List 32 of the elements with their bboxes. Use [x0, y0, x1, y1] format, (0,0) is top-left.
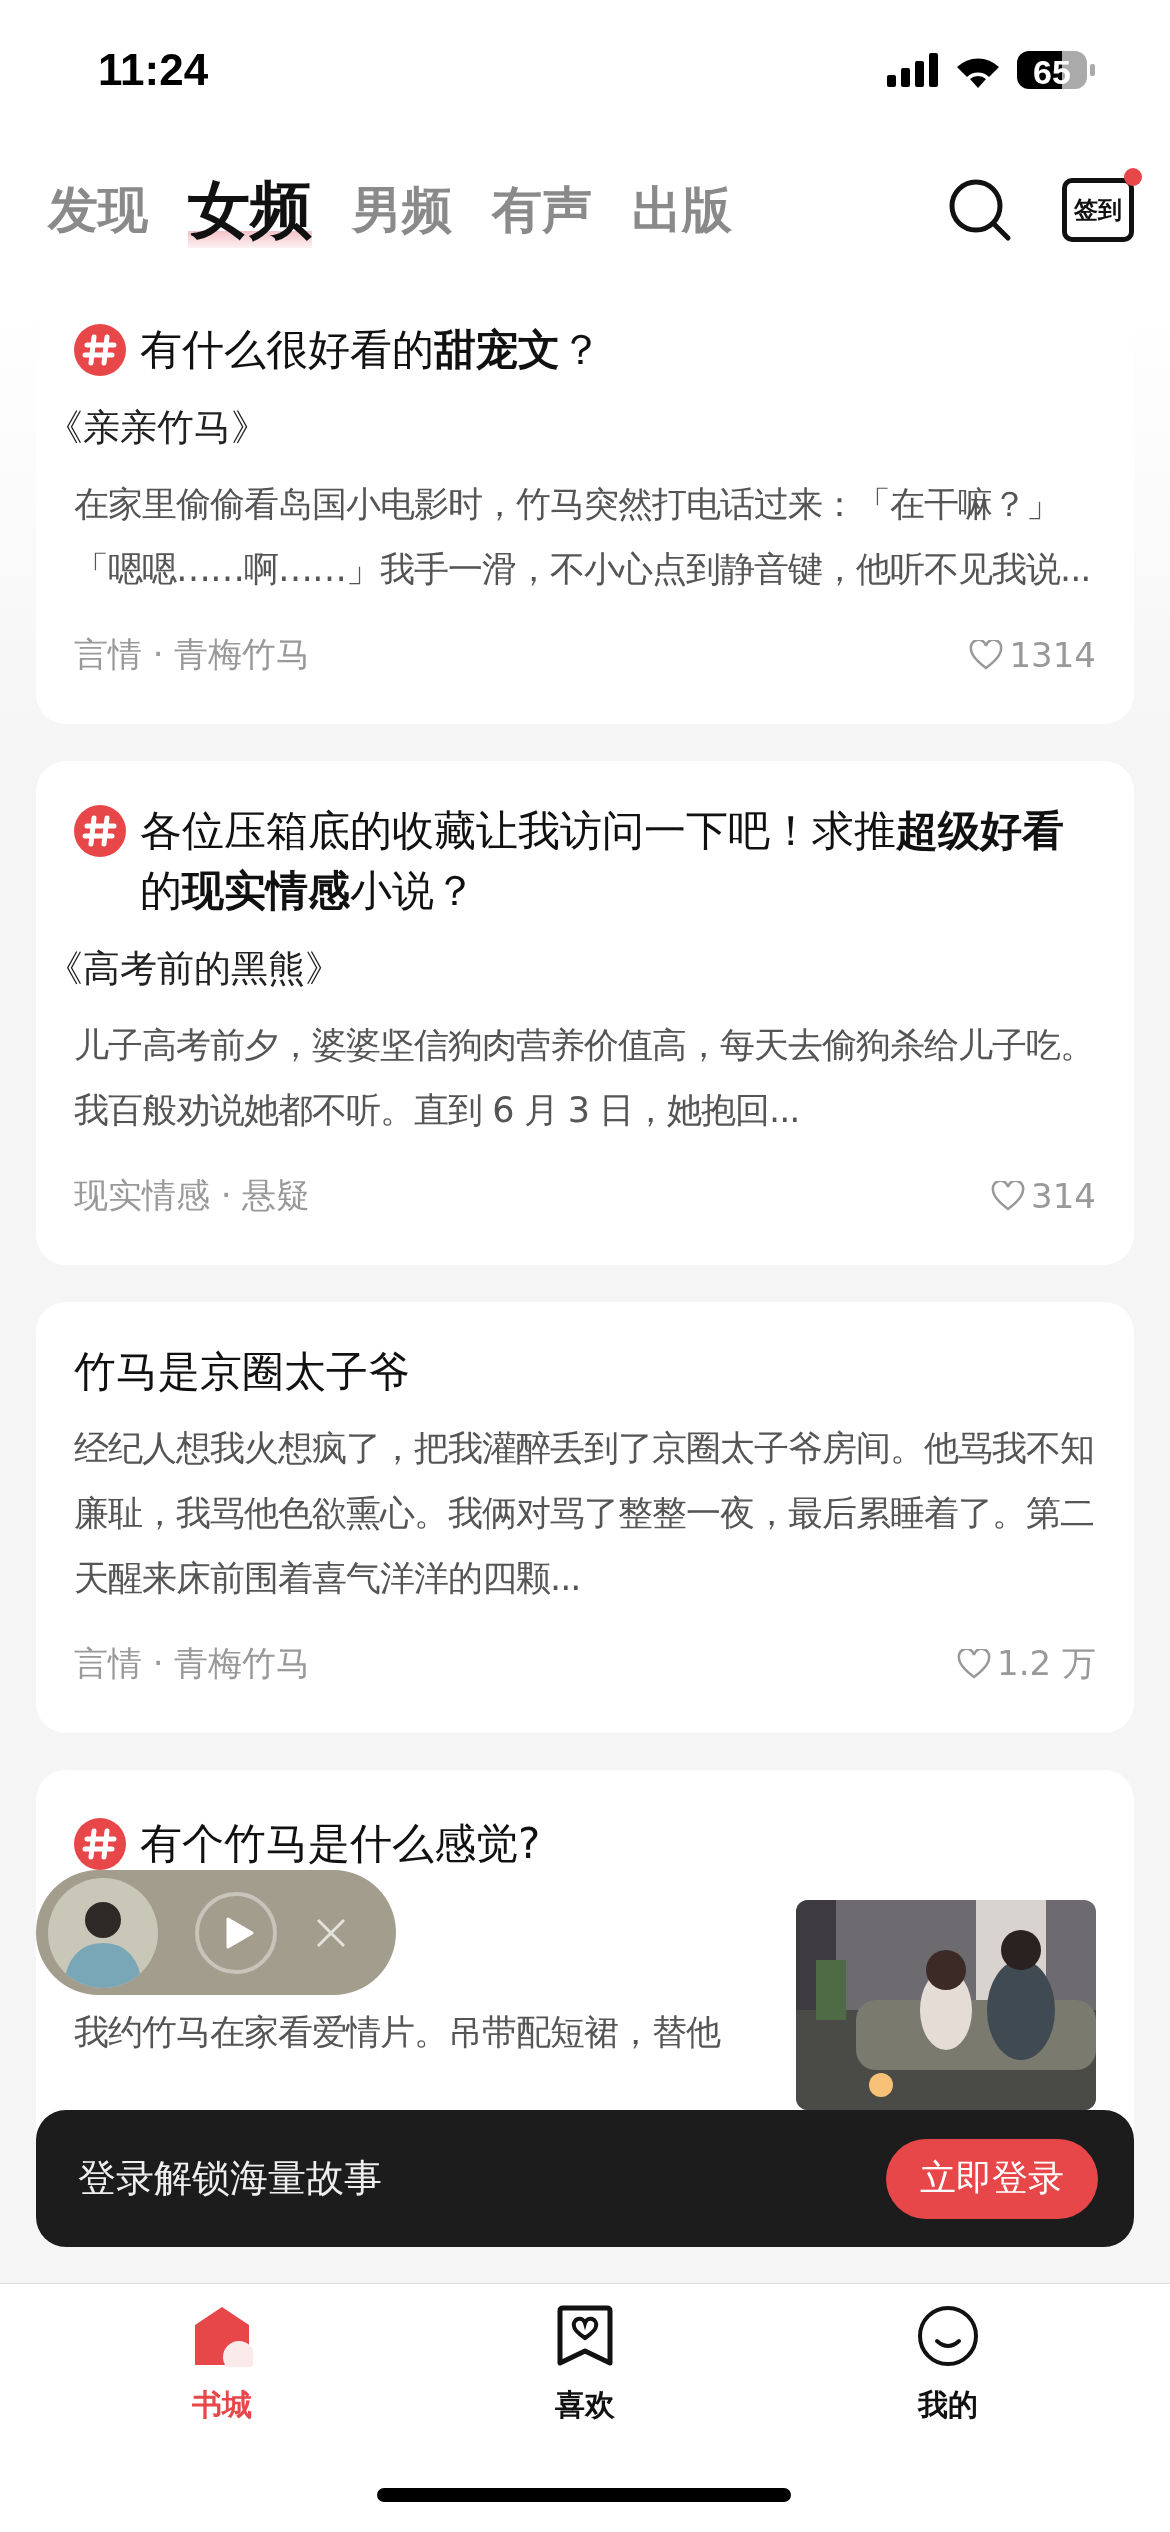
- bookmark-heart-icon: [556, 2305, 614, 2367]
- like-count: 1314: [1009, 635, 1096, 675]
- story-title[interactable]: 各位压箱底的收藏让我访问一下吧！求推超级好看的现实情感小说？: [140, 801, 1096, 921]
- story-title[interactable]: 有个竹马是什么感觉?: [140, 1814, 541, 1874]
- heart-icon[interactable]: [969, 640, 1004, 670]
- story-tags: 言情 · 青梅竹马: [74, 632, 311, 678]
- avatar[interactable]: [48, 1877, 158, 1988]
- signal-icon: [887, 53, 939, 87]
- story-excerpt: 经纪人想我火想疯了，把我灌醉丢到了京圈太子爷房间。他骂我不知廉耻，我骂他色欲熏心。我俩对骂了整整一夜，最后累睡着了。第二天醒来床前围着喜气洋洋的四颗...: [74, 1427, 1095, 1600]
- story-title[interactable]: 竹马是京圈太子爷: [74, 1342, 410, 1402]
- check-in-button[interactable]: 签到: [1062, 178, 1134, 242]
- story-tags: 言情 · 青梅竹马: [74, 1641, 311, 1687]
- nav-tab[interactable]: 书城: [121, 2304, 322, 2427]
- login-button[interactable]: 立即登录: [886, 2138, 1098, 2219]
- like-count: 1.2 万: [997, 1642, 1096, 1685]
- nav-tab[interactable]: 我的: [848, 2304, 1049, 2427]
- play-icon[interactable]: [194, 1890, 278, 1975]
- book-title: 《亲亲竹马》: [46, 405, 269, 451]
- heart-icon[interactable]: [957, 1649, 992, 1679]
- smiley-icon: [917, 2305, 980, 2367]
- like-count: 314: [1031, 1176, 1096, 1216]
- login-prompt: 登录解锁海量故事: [78, 2155, 382, 2202]
- story-excerpt: 儿子高考前夕，婆婆坚信狗肉营养价值高，每天去偷狗杀给儿子吃。我百般劝说她都不听。直到 6 月 3 日，她抱回...: [74, 1024, 1095, 1132]
- story-excerpt: 在家里偷偷看岛国小电影时，竹马突然打电话过来：「在干嘛？」「嗯嗯……啊……」我手一滑，不小心点到静音键，他听不见我说...: [74, 483, 1092, 591]
- story-tags: 现实情感 · 悬疑: [74, 1173, 311, 1219]
- nav-tab[interactable]: 喜欢: [485, 2304, 685, 2427]
- search-icon[interactable]: [948, 178, 1012, 242]
- story-excerpt: 我约竹马在家看爱情片。吊带配短裙，替他: [74, 2011, 722, 2054]
- book-title: 《高考前的黑熊》: [46, 946, 343, 992]
- clock: 11:24: [98, 45, 209, 95]
- story-title[interactable]: 有什么很好看的甜宠文？: [140, 320, 602, 380]
- heart-icon[interactable]: [991, 1181, 1026, 1211]
